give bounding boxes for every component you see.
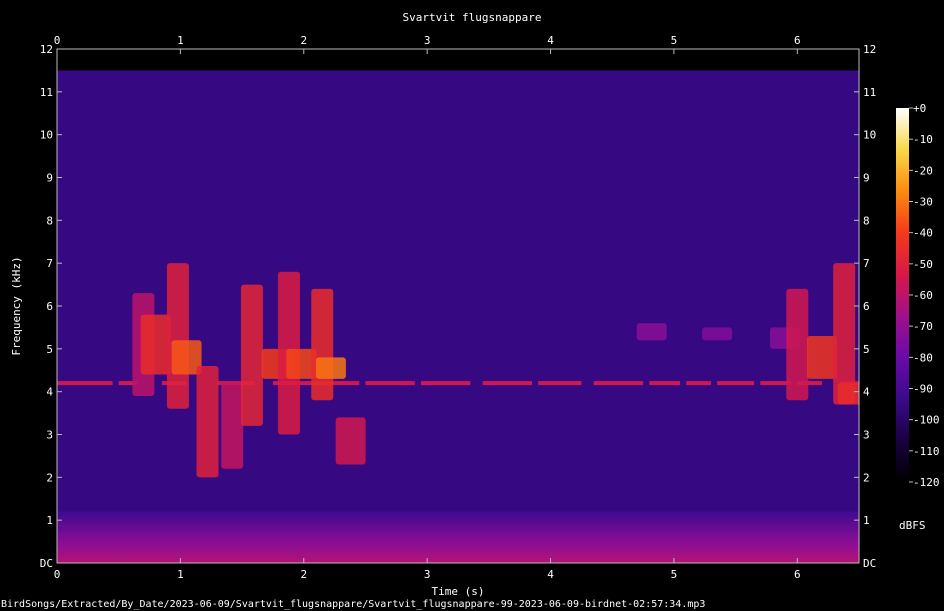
x-tick-label-bottom: 2: [300, 568, 307, 581]
tone-track-segment: [593, 381, 644, 386]
x-tick-label-bottom: 0: [54, 568, 61, 581]
tone-track-segment: [57, 381, 113, 386]
colorbar-tick-label: -30: [913, 196, 933, 209]
colorbar-tick-label: -70: [913, 320, 933, 333]
y-tick-label-left: 6: [46, 300, 53, 313]
colorbar-tick-label: -110: [913, 445, 940, 458]
call-mark: [702, 327, 733, 341]
y-tick-label-left: 11: [40, 86, 53, 99]
x-axis-label: Time (s): [432, 585, 485, 598]
tone-track-segment: [649, 381, 681, 386]
x-tick-label-top: 0: [54, 34, 61, 47]
y-tick-label-left: 7: [46, 257, 53, 270]
y-tick-label-right: 12: [863, 43, 876, 56]
x-tick-label-bottom: 3: [424, 568, 431, 581]
y-tick-label-left: 8: [46, 214, 53, 227]
spectrogram-top-band: [57, 49, 859, 71]
x-tick-label-bottom: 4: [547, 568, 554, 581]
y-tick-label-right: 10: [863, 129, 876, 142]
y-axis-label: Frequency (kHz): [10, 256, 23, 355]
x-tick-label-top: 1: [177, 34, 184, 47]
file-path-label: BirdSongs/Extracted/By_Date/2023-06-09/S…: [1, 599, 705, 610]
call-mark: [196, 365, 219, 478]
x-tick-label-top: 6: [794, 34, 801, 47]
y-tick-label-left: 1: [46, 514, 53, 527]
colorbar-tick-label: -40: [913, 227, 933, 240]
call-mark: [140, 314, 171, 375]
y-tick-label-right: 8: [863, 214, 870, 227]
tone-track-segment: [482, 381, 533, 386]
call-mark: [335, 417, 366, 465]
colorbar: +0 -10 -20 -30 -40 -50 -60 -70 -80 -90 -100 -110 -12…: [896, 102, 940, 532]
tone-track-segment: [365, 381, 415, 386]
colorbar-tick-label: -50: [913, 258, 933, 271]
y-tick-label-right: 5: [863, 343, 870, 356]
y-tick-label-right: 3: [863, 429, 870, 442]
y-tick-label-left: 2: [46, 471, 53, 484]
y-tick-label-left: 5: [46, 343, 53, 356]
spectrogram-chart: Svartvit flugsnappare 00112233445566DC DC…: [1, 11, 940, 610]
call-mark: [311, 288, 334, 401]
colorbar-tick-label: -80: [913, 351, 933, 364]
y-tick-label-left: 3: [46, 429, 53, 442]
call-mark: [786, 288, 809, 401]
y-tick-label-left: 10: [40, 129, 53, 142]
y-tick-label-right: 9: [863, 172, 870, 185]
y-tick-label-left: DC: [40, 557, 53, 570]
colorbar-tick-label: -20: [913, 164, 933, 177]
y-tick-label-right: 2: [863, 471, 870, 484]
y-tick-label-right: 7: [863, 257, 870, 270]
y-tick-label-right: 6: [863, 300, 870, 313]
colorbar-tick-label: -10: [913, 133, 933, 146]
plot-area: [57, 49, 859, 563]
call-mark: [315, 357, 346, 379]
y-tick-label-right: 11: [863, 86, 876, 99]
colorbar-tick-label: -60: [913, 289, 933, 302]
colorbar-tick-label: -90: [913, 383, 933, 396]
call-mark: [240, 284, 263, 426]
call-mark: [166, 263, 189, 409]
tone-track-segment: [717, 381, 755, 386]
y-tick-label-left: 4: [46, 386, 53, 399]
tone-track-segment: [538, 381, 582, 386]
call-mark: [806, 335, 837, 379]
x-tick-label-top: 3: [424, 34, 431, 47]
x-tick-label-top: 4: [547, 34, 554, 47]
colorbar-tick-label: -100: [913, 414, 940, 427]
call-mark: [636, 323, 667, 341]
colorbar-gradient: [896, 108, 909, 482]
colorbar-ticks: +0 -10 -20 -30 -40 -50 -60 -70 -80 -90 -100 -110 -12…: [909, 102, 940, 489]
colorbar-tick-label: +0: [913, 102, 926, 115]
y-tick-label-right: DC: [863, 557, 876, 570]
tone-track-segment: [420, 381, 471, 386]
x-tick-label-bottom: 6: [794, 568, 801, 581]
colorbar-tick-label: -120: [913, 476, 940, 489]
y-tick-label-left: 12: [40, 43, 53, 56]
x-tick-label-bottom: 1: [177, 568, 184, 581]
y-tick-label-right: 4: [863, 386, 870, 399]
x-tick-label-bottom: 5: [671, 568, 678, 581]
x-tick-label-top: 5: [671, 34, 678, 47]
call-mark: [221, 383, 244, 469]
low-frequency-band: [57, 511, 859, 563]
x-tick-label-top: 2: [300, 34, 307, 47]
y-tick-label-left: 9: [46, 172, 53, 185]
colorbar-label: dBFS: [899, 519, 926, 532]
tone-track-segment: [686, 381, 711, 386]
y-tick-label-right: 1: [863, 514, 870, 527]
chart-title: Svartvit flugsnappare: [402, 11, 541, 24]
